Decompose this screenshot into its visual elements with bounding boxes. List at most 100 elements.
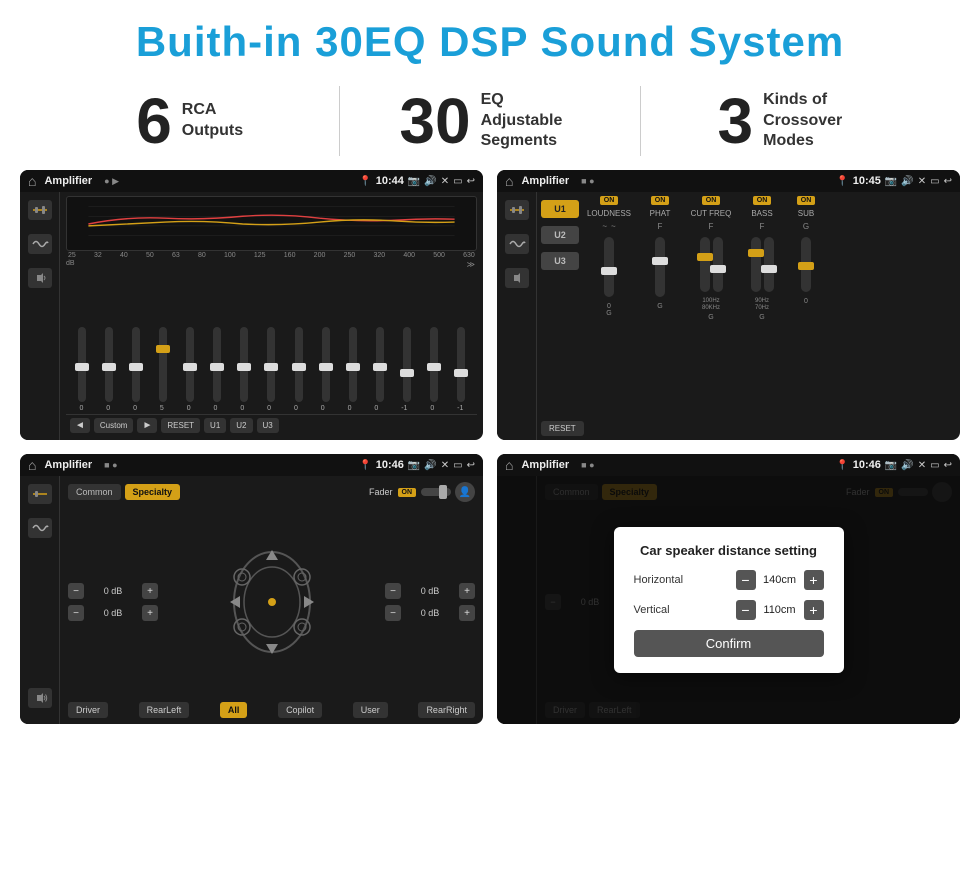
crossover-minus-icon: ▭ (930, 176, 939, 187)
horizontal-minus-button[interactable]: − (736, 570, 756, 590)
crossover-controls: ON LOUDNESS ~~ 0G ON PHAT F G (583, 196, 956, 436)
crossover-u3-button[interactable]: U3 (541, 252, 579, 270)
vol-value-3: 0 dB (405, 586, 455, 596)
eq-slider-4[interactable] (186, 327, 194, 402)
eq-slider-2[interactable] (132, 327, 140, 402)
crossover-main-area: U1 U2 U3 RESET ON LOUDNESS ~~ 0G (497, 192, 960, 440)
vol-minus-1[interactable]: − (68, 583, 84, 599)
crossover-home-icon[interactable]: ⌂ (505, 173, 513, 189)
fader-on-badge: ON (398, 488, 417, 497)
eq-sidebar (20, 192, 60, 440)
specialty-speaker-icon[interactable] (28, 688, 52, 708)
stat-rca: 6 RCAOutputs (60, 89, 319, 153)
dialog-camera-icon: 📷 (885, 460, 897, 471)
eq-sidebar-eq-icon[interactable] (28, 200, 52, 220)
eq-next-button[interactable]: ► (137, 418, 157, 433)
eq-sidebar-wave-icon[interactable] (28, 234, 52, 254)
vertical-value: 110cm (760, 604, 800, 616)
bass-slider-1[interactable] (751, 237, 761, 292)
vol-plus-1[interactable]: + (142, 583, 158, 599)
vol-minus-3[interactable]: − (385, 583, 401, 599)
cutfreq-slider-1[interactable] (700, 237, 710, 292)
bass-slider-2[interactable] (764, 237, 774, 292)
stat-divider-2 (640, 86, 641, 156)
eq-prev-button[interactable]: ◄ (70, 418, 90, 433)
rearright-button[interactable]: RearRight (418, 702, 475, 718)
horizontal-value: 140cm (760, 574, 800, 586)
profile-icon[interactable]: 👤 (455, 482, 475, 502)
vol-minus-2[interactable]: − (68, 605, 84, 621)
distance-dialog: Car speaker distance setting Horizontal … (614, 527, 844, 673)
vertical-minus-button[interactable]: − (736, 600, 756, 620)
crossover-location-icon: 📍 (836, 176, 848, 187)
eq-slider-10[interactable] (349, 327, 357, 402)
crossover-wave-icon[interactable] (505, 234, 529, 254)
eq-title: Amplifier (44, 175, 92, 187)
sub-on-badge: ON (797, 196, 816, 205)
phat-slider[interactable] (655, 237, 665, 297)
specialty-home-icon[interactable]: ⌂ (28, 457, 36, 473)
eq-slider-9[interactable] (322, 327, 330, 402)
specialty-back-icon[interactable]: ↩ (467, 460, 475, 471)
eq-home-icon[interactable]: ⌂ (28, 173, 36, 189)
eq-slider-7[interactable] (267, 327, 275, 402)
eq-slider-8[interactable] (295, 327, 303, 402)
eq-slider-5[interactable] (213, 327, 221, 402)
loudness-on-badge: ON (600, 196, 619, 205)
dialog-home-icon[interactable]: ⌂ (505, 457, 513, 473)
crossover-status-bar: ⌂ Amplifier ■ ● 📍 10:45 📷 🔊 ✕ ▭ ↩ (497, 170, 960, 192)
eq-location-icon: 📍 (359, 176, 371, 187)
user-button[interactable]: User (353, 702, 388, 718)
crossover-speaker-icon[interactable] (505, 268, 529, 288)
vol-value-4: 0 dB (405, 608, 455, 618)
crossover-back-icon[interactable]: ↩ (944, 176, 952, 187)
vol-plus-4[interactable]: + (459, 605, 475, 621)
stat-rca-number: 6 (136, 89, 172, 153)
eq-slider-0[interactable] (78, 327, 86, 402)
eq-u2-button[interactable]: U2 (230, 418, 252, 433)
loudness-control: ON LOUDNESS ~~ 0G (583, 196, 635, 436)
eq-u3-button[interactable]: U3 (257, 418, 279, 433)
eq-graph (66, 196, 477, 251)
specialty-eq-icon[interactable] (28, 484, 52, 504)
copilot-button[interactable]: Copilot (278, 702, 322, 718)
dialog-back-icon[interactable]: ↩ (944, 460, 952, 471)
confirm-button[interactable]: Confirm (634, 630, 824, 657)
eq-u1-button[interactable]: U1 (204, 418, 226, 433)
eq-reset-button[interactable]: RESET (161, 418, 200, 433)
eq-slider-12[interactable] (403, 327, 411, 402)
vol-plus-2[interactable]: + (142, 605, 158, 621)
vertical-plus-button[interactable]: + (804, 600, 824, 620)
specialty-main-area: Common Specialty Fader ON 👤 (20, 476, 483, 724)
cutfreq-label: CUT FREQ (691, 209, 732, 218)
vol-minus-4[interactable]: − (385, 605, 401, 621)
eq-slider-11[interactable] (376, 327, 384, 402)
eq-slider-6[interactable] (240, 327, 248, 402)
cutfreq-slider-2[interactable] (713, 237, 723, 292)
eq-custom-button[interactable]: Custom (94, 418, 134, 433)
vol-plus-3[interactable]: + (459, 583, 475, 599)
crossover-eq-icon[interactable] (505, 200, 529, 220)
eq-back-icon[interactable]: ↩ (467, 176, 475, 187)
eq-slider-3[interactable] (159, 327, 167, 402)
common-tab[interactable]: Common (68, 484, 121, 500)
sub-slider[interactable] (801, 237, 811, 292)
eq-slider-14[interactable] (457, 327, 465, 402)
car-diagram-svg (222, 542, 322, 662)
driver-button[interactable]: Driver (68, 702, 108, 718)
rearleft-button[interactable]: RearLeft (139, 702, 190, 718)
fader-slider-track[interactable] (421, 488, 451, 496)
crossover-u1-button[interactable]: U1 (541, 200, 579, 218)
crossover-reset-button[interactable]: RESET (541, 421, 584, 436)
specialty-wave-icon[interactable] (28, 518, 52, 538)
loudness-slider[interactable] (604, 237, 614, 297)
crossover-u2-button[interactable]: U2 (541, 226, 579, 244)
eq-slider-13[interactable] (430, 327, 438, 402)
specialty-tab[interactable]: Specialty (125, 484, 181, 500)
eq-sidebar-speaker-icon[interactable] (28, 268, 52, 288)
all-button[interactable]: All (220, 702, 248, 718)
eq-sound-icon: 🔊 (424, 176, 436, 187)
dialog-heading: Car speaker distance setting (634, 543, 824, 558)
horizontal-plus-button[interactable]: + (804, 570, 824, 590)
eq-slider-1[interactable] (105, 327, 113, 402)
